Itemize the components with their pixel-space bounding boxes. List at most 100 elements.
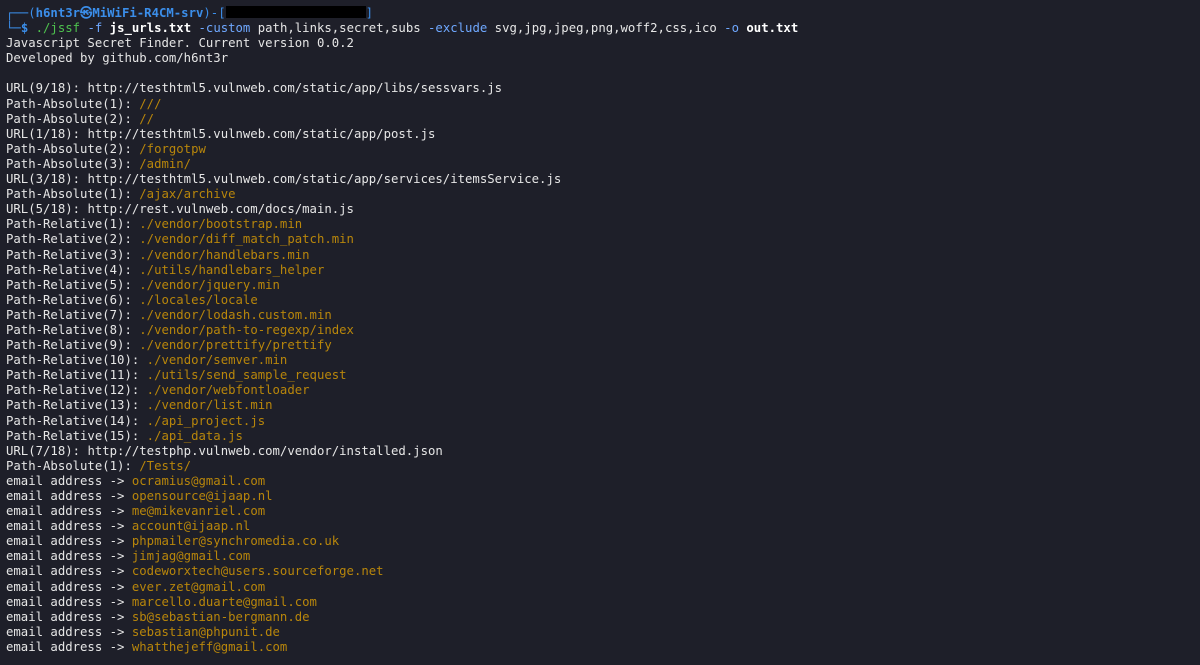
output-path-line: Path-Relative(14): ./api_project.js (6, 414, 1194, 429)
output-url-line: URL(7/18): http://testphp.vulnweb.com/ve… (6, 444, 1194, 459)
output-email-line: email address -> codeworxtech@users.sour… (6, 564, 1194, 579)
output-email-value: sb@sebastian-bergmann.de (131, 609, 310, 624)
output-email-value: marcello.duarte@gmail.com (131, 594, 317, 609)
output-url-line: URL(3/18): http://testhtml5.vulnweb.com/… (6, 172, 1194, 187)
prompt-corner-top: ┌──( (6, 6, 36, 20)
command-line: └─$ ./jssf -f js_urls.txt -custom path,l… (6, 21, 1194, 36)
output-label: email address -> (6, 534, 132, 549)
output-label: Path-Relative(7): (6, 307, 140, 322)
output-path-value: ./vendor/jquery.min (139, 277, 280, 292)
terminal-window[interactable]: ┌──(h6nt3r㉿MiWiFi-R4CM-srv)-[] └─$ ./jss… (0, 0, 1200, 665)
output-path-value: // (139, 111, 155, 126)
output-label: Path-Absolute(3): (6, 156, 140, 171)
output-label: Path-Absolute(1): (6, 96, 140, 111)
command-arg-exclude: svg,jpg,jpeg,png,woff2,css,ico (494, 21, 717, 36)
output-label: Path-Relative(12): (6, 383, 147, 398)
output-path-line: Path-Absolute(1): /ajax/archive (6, 187, 1194, 202)
output-label: Path-Relative(4): (6, 262, 140, 277)
output-email-value: whatthejeff@gmail.com (131, 639, 288, 654)
command-flag-custom: -custom (191, 21, 258, 36)
output-label: email address -> (6, 609, 132, 624)
output-label: email address -> (6, 519, 132, 534)
output-path-line: Path-Relative(1): ./vendor/bootstrap.min (6, 217, 1194, 232)
output-path-line: Path-Relative(2): ./vendor/diff_match_pa… (6, 232, 1194, 247)
output-label: email address -> (6, 579, 132, 594)
output-label: email address -> (6, 489, 132, 503)
output-url-value: http://testhtml5.vulnweb.com/static/app/… (87, 81, 503, 96)
output-url-value: http://testhtml5.vulnweb.com/static/app/… (87, 172, 562, 187)
output-path-value: ./api_data.js (146, 428, 243, 443)
output-email-value: codeworxtech@users.sourceforge.net (131, 564, 384, 579)
output-path-line: Path-Relative(11): ./utils/send_sample_r… (6, 368, 1194, 383)
output-label: email address -> (6, 594, 132, 609)
output-path-value: ./vendor/list.min (146, 398, 273, 413)
prompt-corner-bottom: └─ (6, 21, 21, 36)
output-path-line: Path-Relative(10): ./vendor/semver.min (6, 353, 1194, 368)
output-label: email address -> (6, 639, 132, 654)
output-path-line: Path-Absolute(3): /admin/ (6, 157, 1194, 172)
prompt-line: ┌──(h6nt3r㉿MiWiFi-R4CM-srv)-[] (6, 6, 1194, 21)
output-path-value: ./vendor/path-to-regexp/index (139, 322, 354, 337)
output-label: Path-Relative(5): (6, 277, 140, 292)
output-email-line: email address -> ever.zet@gmail.com (6, 580, 1194, 595)
output-path-line: Path-Relative(13): ./vendor/list.min (6, 398, 1194, 413)
output-email-line: email address -> me@mikevanriel.com (6, 504, 1194, 519)
output-label: URL(9/18): (6, 81, 88, 96)
output-path-value: ./vendor/bootstrap.min (139, 217, 303, 232)
output-path-value: /forgotpw (139, 141, 206, 156)
output-path-line: Path-Relative(7): ./vendor/lodash.custom… (6, 308, 1194, 323)
output-label: Path-Absolute(1): (6, 458, 140, 473)
output-label: email address -> (6, 549, 132, 564)
output-path-value: /admin/ (139, 156, 192, 171)
output-label: email address -> (6, 564, 132, 579)
output-area: URL(9/18): http://testhtml5.vulnweb.com/… (6, 81, 1194, 655)
command-flag-o: -o (716, 21, 747, 36)
output-label: Path-Relative(2): (6, 232, 140, 247)
output-label: URL(5/18): (6, 202, 88, 217)
output-path-value: /// (139, 96, 162, 111)
output-label: email address -> (6, 473, 132, 488)
output-email-line: email address -> ocramius@gmail.com (6, 474, 1194, 489)
output-email-line: email address -> sebastian@phpunit.de (6, 625, 1194, 640)
output-email-line: email address -> account@ijaap.nl (6, 519, 1194, 534)
output-label: Path-Relative(11): (6, 368, 147, 383)
command-flag-exclude: -exclude (420, 21, 495, 36)
output-path-value: ./locales/locale (139, 292, 258, 307)
output-label: URL(3/18): (6, 172, 88, 187)
banner-author: Developed by github.com/h6nt3r (6, 51, 229, 66)
output-email-value: ever.zet@gmail.com (131, 579, 266, 594)
output-label: Path-Relative(10): (6, 353, 147, 368)
output-email-line: email address -> jimjag@gmail.com (6, 549, 1194, 564)
output-label: Path-Relative(15): (6, 428, 147, 443)
output-path-line: Path-Relative(3): ./vendor/handlebars.mi… (6, 248, 1194, 263)
output-label: URL(1/18): (6, 126, 88, 141)
output-label: Path-Relative(8): (6, 322, 140, 337)
command-flag-f: -f (80, 21, 110, 36)
output-email-line: email address -> phpmailer@synchromedia.… (6, 534, 1194, 549)
output-path-value: ./vendor/prettify/prettify (139, 338, 332, 353)
output-email-value: account@ijaap.nl (131, 519, 251, 534)
output-url-value: http://rest.vulnweb.com/docs/main.js (87, 202, 354, 217)
command-name: ./jssf (35, 21, 81, 36)
output-label: Path-Absolute(2): (6, 141, 140, 156)
output-email-value: jimjag@gmail.com (131, 549, 251, 564)
output-email-value: sebastian@phpunit.de (131, 624, 280, 639)
output-path-line: Path-Absolute(2): // (6, 112, 1194, 127)
output-path-line: Path-Absolute(2): /forgotpw (6, 142, 1194, 157)
output-label: URL(7/18): (6, 443, 88, 458)
output-email-line: email address -> marcello.duarte@gmail.c… (6, 595, 1194, 610)
output-path-line: Path-Relative(12): ./vendor/webfontloade… (6, 383, 1194, 398)
output-label: Path-Relative(9): (6, 338, 140, 353)
output-path-line: Path-Relative(5): ./vendor/jquery.min (6, 278, 1194, 293)
output-path-line: Path-Absolute(1): /// (6, 97, 1194, 112)
output-label: Path-Absolute(1): (6, 187, 140, 202)
output-url-line: URL(9/18): http://testhtml5.vulnweb.com/… (6, 81, 1194, 96)
output-path-value: ./api_project.js (146, 413, 266, 428)
command-arg-out: out.txt (746, 21, 799, 36)
output-path-line: Path-Relative(4): ./utils/handlebars_hel… (6, 263, 1194, 278)
redacted-directory (225, 6, 366, 18)
output-label: email address -> (6, 504, 132, 519)
output-email-value: opensource@ijaap.nl (131, 489, 273, 503)
prompt-user-host: h6nt3r㉿MiWiFi-R4CM-srv (35, 6, 204, 20)
command-arg-custom: path,links,secret,subs (257, 21, 421, 36)
